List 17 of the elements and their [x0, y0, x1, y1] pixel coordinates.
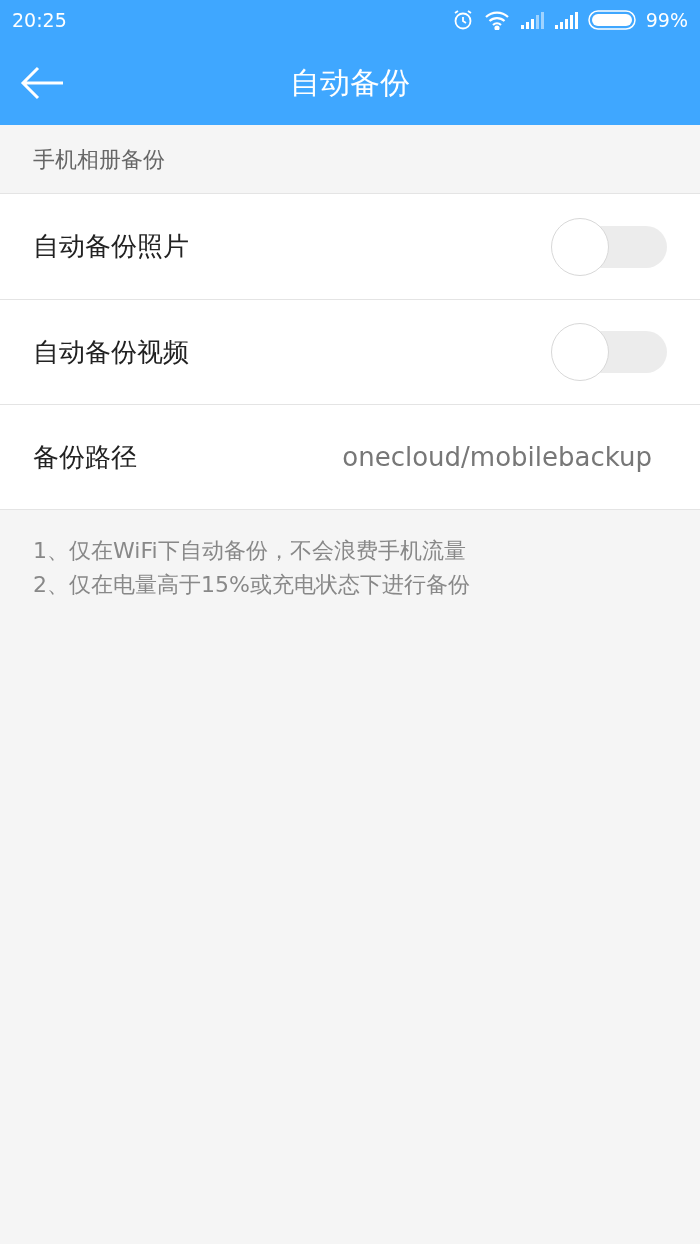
status-time: 20:25 [12, 7, 67, 33]
setting-label: 自动备份视频 [33, 335, 189, 369]
toggle-switch[interactable] [551, 217, 667, 276]
setting-label: 自动备份照片 [33, 230, 189, 263]
battery-percent: 99% [645, 7, 688, 33]
battery-icon [587, 10, 636, 30]
toggle-switch[interactable] [551, 323, 667, 381]
wifi-icon [483, 10, 510, 30]
note-text: 1、仅在WiFi下自动备份，不会浪费手机流量 [33, 537, 467, 565]
signal-icon [553, 11, 578, 29]
back-arrow-icon [20, 65, 64, 100]
backup-path[interactable]: onecloud/mobilebackup [342, 437, 667, 477]
note-text: 2、仅在电量高于15%或充电状态下进行备份 [33, 571, 471, 599]
page-title: 自动备份 [290, 64, 410, 102]
section-title: 手机相册备份 [33, 145, 165, 174]
signal-icon [519, 11, 544, 29]
setting-label: 备份路径 [33, 440, 137, 474]
